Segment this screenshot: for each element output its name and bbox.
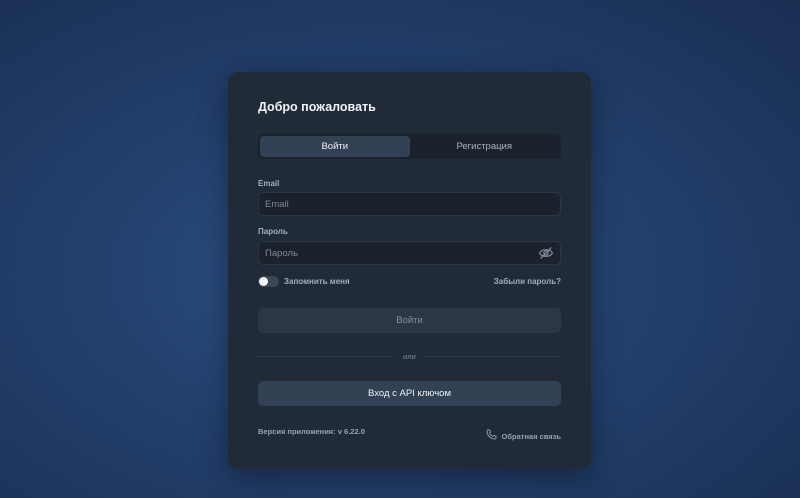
phone-icon <box>486 427 497 445</box>
feedback-label: Обратная связь <box>501 431 561 441</box>
email-label: Email <box>258 179 280 188</box>
login-button[interactable]: Войти <box>258 308 561 333</box>
remember-label: Запомнить меня <box>284 277 350 286</box>
password-field[interactable] <box>258 241 561 265</box>
email-field[interactable] <box>258 192 561 216</box>
login-card: Добро пожаловать Войти Регистрация Email… <box>228 72 591 469</box>
auth-tabs: Войти Регистрация <box>258 134 561 159</box>
feedback-link[interactable]: Обратная связь <box>486 427 561 445</box>
page-title: Добро пожаловать <box>258 100 376 114</box>
remember-toggle[interactable] <box>258 276 279 287</box>
forgot-password-link[interactable]: Забыли пароль? <box>494 277 561 286</box>
password-label: Пароль <box>258 227 288 236</box>
eye-off-icon[interactable] <box>538 246 554 260</box>
divider-line-right <box>426 356 561 357</box>
app-version: Версия приложения: v 6.22.0 <box>258 427 365 436</box>
tab-login[interactable]: Войти <box>260 136 410 157</box>
api-key-login-button[interactable]: Вход с API ключом <box>258 381 561 406</box>
tab-register[interactable]: Регистрация <box>410 136 560 157</box>
toggle-knob <box>259 277 268 286</box>
